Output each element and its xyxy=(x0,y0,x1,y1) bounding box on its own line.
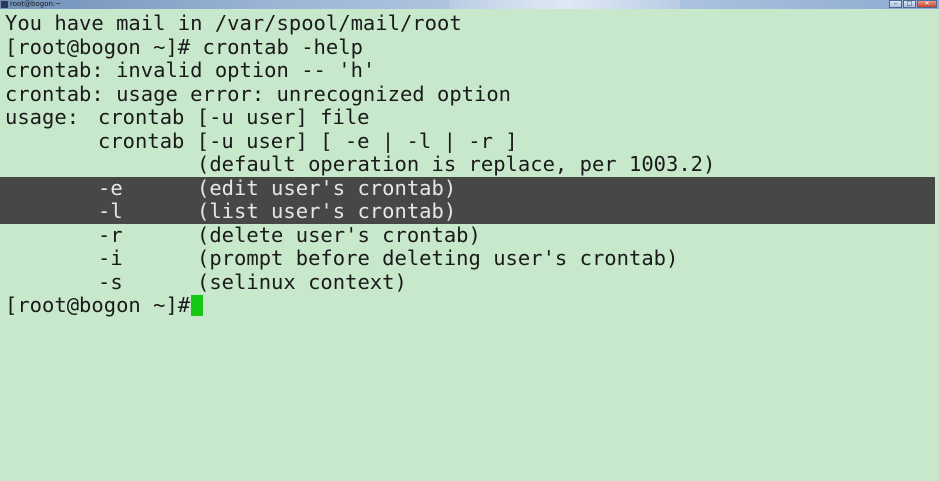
option-flag: -s xyxy=(98,269,123,294)
option-flag: -e xyxy=(98,175,123,200)
usage-text: crontab [-u user] file xyxy=(98,105,370,129)
usage-label: usage: xyxy=(5,105,80,129)
terminal-output[interactable]: You have mail in /var/spool/mail/root [r… xyxy=(0,11,939,481)
terminal-line: -r (delete user's crontab) xyxy=(0,222,935,248)
terminal-app-icon xyxy=(1,1,8,8)
error-message: crontab: usage error: unrecognized optio… xyxy=(5,81,512,106)
terminal-line: crontab [-u user] [ -e | -l | -r ] xyxy=(0,128,935,154)
terminal-line: crontab: invalid option -- 'h' xyxy=(0,58,935,83)
terminal-line: -i (prompt before deleting user's cronta… xyxy=(0,246,935,271)
terminal-line: crontab: usage error: unrecognized optio… xyxy=(0,81,935,107)
option-description: (edit user's crontab) xyxy=(197,175,457,200)
option-flag: -r xyxy=(98,222,123,247)
terminal-line-selected: -l (list user's crontab) xyxy=(0,199,935,224)
title-bar-highlight xyxy=(450,0,680,9)
prompt-command: [root@bogon ~]# crontab -help xyxy=(5,34,363,59)
scrollbar[interactable] xyxy=(935,9,939,481)
terminal-line: usage: crontab [-u user] file xyxy=(0,105,935,130)
terminal-line-selected: -e (edit user's crontab) xyxy=(0,175,935,200)
text-cursor xyxy=(191,295,203,316)
terminal-line: -s (selinux context) xyxy=(0,269,935,295)
title-bar[interactable]: root@bogon:~ ‒ □ ✕ xyxy=(0,0,939,9)
minimize-button[interactable]: ‒ xyxy=(889,0,902,8)
usage-text: crontab [-u user] [ -e | -l | -r ] xyxy=(98,128,518,153)
terminal-line: [root@bogon ~]# crontab -help xyxy=(0,34,935,60)
terminal-window: root@bogon:~ ‒ □ ✕ You have mail in /var… xyxy=(0,0,939,481)
close-button[interactable]: ✕ xyxy=(917,0,937,8)
terminal-line: [root@bogon ~]# xyxy=(0,293,935,318)
window-controls: ‒ □ ✕ xyxy=(889,0,937,8)
shell-prompt: [root@bogon ~]# xyxy=(5,293,191,317)
window-title: root@bogon:~ xyxy=(10,0,62,8)
maximize-button[interactable]: □ xyxy=(903,0,916,8)
option-description: (delete user's crontab) xyxy=(197,222,481,247)
terminal-line: (default operation is replace, per 1003.… xyxy=(0,152,935,177)
usage-note: (default operation is replace, per 1003.… xyxy=(197,152,716,176)
terminal-line: You have mail in /var/spool/mail/root xyxy=(0,11,935,36)
option-description: (prompt before deleting user's crontab) xyxy=(197,246,679,270)
error-message: crontab: invalid option -- 'h' xyxy=(5,58,376,82)
option-flag: -l xyxy=(98,199,123,223)
option-description: (list user's crontab) xyxy=(197,199,457,223)
mail-notice: You have mail in /var/spool/mail/root xyxy=(5,11,462,35)
option-description: (selinux context) xyxy=(197,269,407,294)
option-flag: -i xyxy=(98,246,123,270)
